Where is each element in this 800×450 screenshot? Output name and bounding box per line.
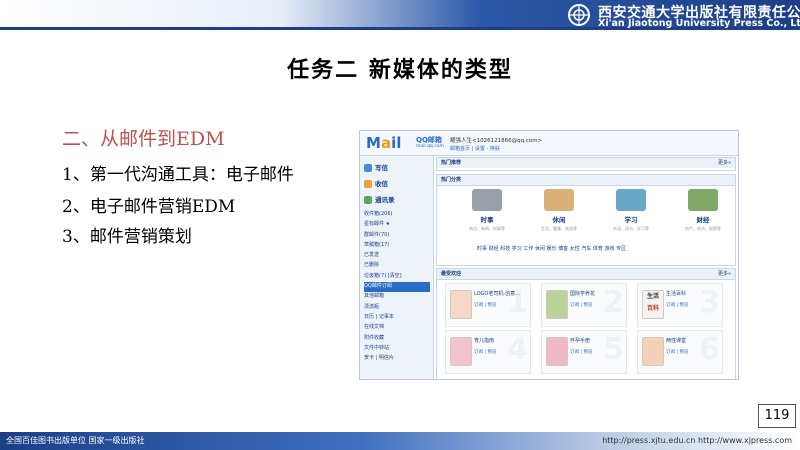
favorite-name: 两性课堂 xyxy=(666,338,687,344)
favorite-ops[interactable]: 订阅 | 预览 xyxy=(474,302,496,308)
list-item: 2、电子邮件营销EDM xyxy=(62,197,236,217)
category-item[interactable]: 休闲生活、健康、旅游等 xyxy=(529,189,589,232)
qq-mail-screenshot: Mail QQ邮箱 mail.qq.com 耀强人生<1026121866@qq… xyxy=(359,130,739,380)
write-mail-button[interactable]: 写信 xyxy=(364,162,428,174)
university-logo-icon xyxy=(568,4,590,26)
favorites-box: 最受欢迎 更多» 1 LOGO老司机-创意... 订阅 | 预览 2 国际学养花 订阅 | … xyxy=(436,268,736,379)
favorite-cover xyxy=(642,337,664,366)
mail-logo-url: mail.qq.com xyxy=(416,144,444,149)
favorite-item[interactable]: 1 LOGO老司机-创意... 订阅 | 预览 xyxy=(445,283,531,327)
favorite-item[interactable]: 5 怀孕手册订阅 | 预览 xyxy=(541,330,627,374)
hot-recommend-box: 热门推荐 更多» xyxy=(436,157,736,171)
contacts-button[interactable]: 通讯录 xyxy=(364,194,428,206)
category-item[interactable]: 学习外语、读书、学习等 xyxy=(601,189,661,232)
favorite-cover xyxy=(546,337,568,366)
sidebar-folder-item[interactable]: 已发送 xyxy=(364,251,430,261)
sidebar-folder-item[interactable]: 群邮件(70) xyxy=(364,231,430,241)
favorite-ops[interactable]: 订阅 | 预览 xyxy=(474,349,496,355)
category-image xyxy=(472,189,502,211)
category-desc: 房产、经济、股票等 xyxy=(685,226,721,231)
category-item[interactable]: 时事热点、新闻、时事等 xyxy=(457,189,517,232)
sidebar-folder-item[interactable]: 星标邮件 ★ xyxy=(364,220,430,230)
favorite-rank: 2 xyxy=(603,285,624,320)
sidebar-folder-item[interactable]: 已删除 xyxy=(364,261,430,271)
sidebar-folder-item[interactable]: 日历 | 记事本 xyxy=(364,313,430,323)
sidebar-folder-item[interactable]: QQ邮件订阅 xyxy=(364,282,430,293)
sidebar-folder-item[interactable]: 在线文档 xyxy=(364,323,430,333)
mail-user: 耀强人生<1026121866@qq.com> xyxy=(450,138,543,144)
favorite-ops[interactable]: 订阅 | 预览 xyxy=(570,349,592,355)
page-number: 119 xyxy=(758,404,796,428)
category-name: 学习 xyxy=(624,216,638,224)
favorite-rank: 5 xyxy=(603,332,624,367)
favorite-item[interactable]: 2 国际学养花订阅 | 预览 xyxy=(541,283,627,327)
sidebar-folder-item[interactable]: 垃圾箱(7) [清空] xyxy=(364,272,430,282)
favorite-item[interactable]: 3 生活 百科 生活百科 订阅 | 预览 xyxy=(637,283,723,327)
category-image xyxy=(544,189,574,211)
favorite-name: LOGO老司机-创意... xyxy=(474,291,520,297)
sidebar-folder-item[interactable]: 草稿箱(17) xyxy=(364,241,430,251)
favorite-ops[interactable]: 订阅 | 预览 xyxy=(666,349,688,355)
mail-logo: Mail xyxy=(366,134,402,152)
favorite-rank: 4 xyxy=(507,332,528,367)
category-item[interactable]: 财经房产、经济、股票等 xyxy=(673,189,733,232)
favorite-name: 国际学养花 xyxy=(570,291,596,297)
footer-left: 全国百佳图书出版单位 国家一级出版社 xyxy=(6,436,145,445)
favorite-item[interactable]: 4 育儿指南订阅 | 预览 xyxy=(445,330,531,374)
mail-header: Mail QQ邮箱 mail.qq.com 耀强人生<1026121866@qq… xyxy=(360,131,738,156)
category-image xyxy=(616,189,646,211)
favorite-cover xyxy=(450,337,472,366)
favorite-name: 生活百科 xyxy=(666,291,687,297)
inbox-icon xyxy=(364,180,372,188)
list-item: 1、第一代沟通工具：电子邮件 xyxy=(62,165,294,185)
category-image xyxy=(688,189,718,211)
footer-right: http://press.xjtu.edu.cn http://www.xjpr… xyxy=(602,436,792,445)
cover-label: 生活 xyxy=(646,293,659,300)
favorite-cover xyxy=(546,290,568,319)
cover-label: 百科 xyxy=(646,305,659,312)
category-desc: 外语、读书、学习等 xyxy=(613,226,649,231)
favorite-cover xyxy=(450,290,472,319)
mail-user-links[interactable]: 邮箱首页 | 设置 - 换肤 xyxy=(450,145,500,152)
favorite-ops[interactable]: 订阅 | 预览 xyxy=(666,302,688,308)
inbox-button[interactable]: 收信 xyxy=(364,178,428,190)
category-name: 时事 xyxy=(480,216,494,224)
category-name: 休闲 xyxy=(552,216,566,224)
hot-category-box: 热门分类 时事 热点、新闻、时事等 休闲 生活、健康、旅游等 学习 外语、读书、学习等 财经… xyxy=(436,174,736,266)
favorite-item[interactable]: 6 两性课堂订阅 | 预览 xyxy=(637,330,723,374)
category-name: 财经 xyxy=(696,216,710,224)
sidebar-folder-item[interactable]: 附件收藏 xyxy=(364,334,430,344)
favorite-rank: 3 xyxy=(699,285,720,320)
favorite-cover: 生活 百科 xyxy=(642,290,664,319)
sidebar-folder-item[interactable]: 文件中转站 xyxy=(364,344,430,354)
slide-title: 任务二 新媒体的类型 xyxy=(287,57,513,83)
favorite-name: 育儿指南 xyxy=(474,338,495,344)
more-link[interactable]: 更多» xyxy=(718,158,731,168)
write-mail-icon xyxy=(364,164,372,172)
favorite-name: 怀孕手册 xyxy=(570,338,591,344)
sidebar-folder-item[interactable]: 漂流瓶 xyxy=(364,303,430,313)
publisher-name-en: Xi'an Jiaotong University Press Co., Ltd… xyxy=(598,18,800,29)
contacts-icon xyxy=(364,196,372,204)
sidebar-folder-item[interactable]: 收件箱(206) xyxy=(364,210,430,220)
category-desc: 生活、健康、旅游等 xyxy=(541,226,577,231)
slide-subtitle: 二、从邮件到EDM xyxy=(62,128,225,150)
favorite-ops[interactable]: 订阅 | 预览 xyxy=(570,302,592,308)
category-desc: 热点、新闻、时事等 xyxy=(469,226,505,231)
more-link[interactable]: 更多» xyxy=(718,269,731,279)
category-tags[interactable]: 时事 财经 科技 学习 工作 休闲 娱乐 博客 女性 汽车 体育 游戏 专区 xyxy=(477,245,626,252)
sidebar-folder-item[interactable]: 其他邮箱 xyxy=(364,292,430,302)
favorite-rank: 6 xyxy=(699,332,720,367)
sidebar-folder-item[interactable]: 贺卡 | 明信片 xyxy=(364,354,430,364)
sidebar-folder-list: 收件箱(206) 星标邮件 ★ 群邮件(70) 草稿箱(17) 已发送 已删除 垃圾箱(7)… xyxy=(364,210,430,364)
list-item: 3、邮件营销策划 xyxy=(62,227,192,247)
mail-sidebar: 写信 收信 通讯录 收件箱(206) 星标邮件 ★ 群邮件(70) 草稿箱(17) 已发… xyxy=(360,156,434,379)
